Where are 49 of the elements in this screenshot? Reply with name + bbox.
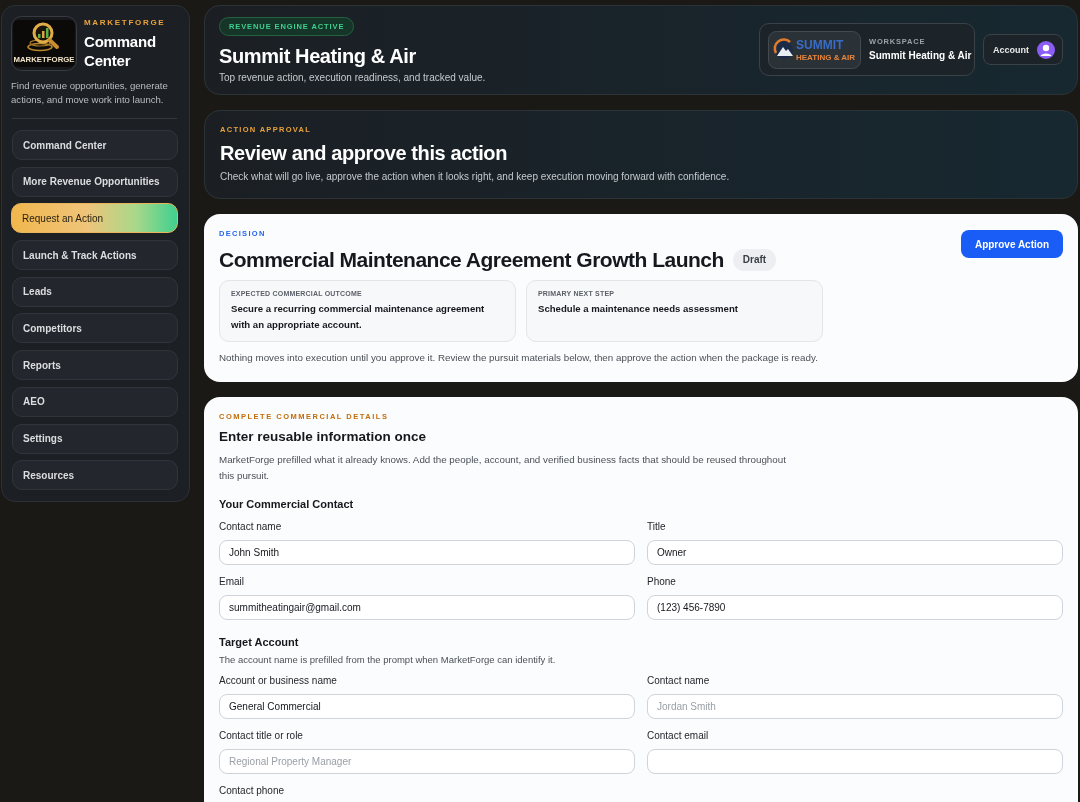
field-label: Account or business name [219,674,338,688]
avatar-icon [1037,40,1055,59]
text-field[interactable]: summitheatingair@gmail.com [219,595,635,620]
field-label: Contact phone [219,784,286,798]
field-label: Email [219,575,245,589]
section-description: Check what will go live, approve the action when it looks right, and keep execution moving forward with confidence. [220,170,731,184]
nav-item[interactable]: Resources [12,460,178,491]
nav-item[interactable]: Competitors [12,313,178,344]
nav-item[interactable]: Launch & Track Actions [12,240,178,271]
nav-item[interactable]: Command Center [12,130,178,160]
field-label: Contact title or role [219,729,304,743]
brand-name: MARKETFORGE [84,18,167,28]
field-label: Contact email [647,729,710,743]
workspace-name: Summit Heating & Air [869,49,972,62]
workspace-logo: SUMMIT HEATING & AIR [768,30,861,69]
info-text: Schedule a maintenance needs assessment [538,302,739,316]
nav-item[interactable]: Reports [12,350,178,381]
page-title: Summit Heating & Air [219,43,417,68]
sidebar-title: Command Center [84,32,157,70]
nav-item[interactable]: Request an Action [11,203,178,234]
page-subtitle: Top revenue action, execution readiness, and tracked value. [219,70,486,85]
nav-item[interactable]: AEO [12,386,178,417]
text-field[interactable]: General Commercial [219,694,635,719]
subsection-hint: The account name is prefilled from the prompt when MarketForge can identify it. [219,653,557,667]
text-field[interactable]: Owner [647,540,1063,565]
nav-item[interactable]: Settings [12,423,178,454]
subsection-title: Target Account [219,635,300,650]
text-field[interactable] [647,749,1063,774]
approval-note: Nothing moves into execution until you approve it. Review the pursuit materials below, then approve the action when the package is ready. [219,351,819,365]
approve-button[interactable]: Approve Action [960,230,1063,258]
nav-item[interactable]: More Revenue Opportunities [12,166,178,197]
action-title: Commercial Maintenance Agreement Growth Launch [219,247,724,273]
field-label: Contact name [219,520,283,534]
section-description: MarketForge prefilled what it already knows. Add the people, account, and verified business facts that should be reused throughout this pursuit. [219,453,787,483]
sidebar-description: Find revenue opportunities, generate actions, and move work into launch. [11,79,169,107]
info-text: Secure a recurring commercial maintenance agreement with an appropriate account. [231,302,486,332]
field-label: Phone [647,575,677,589]
text-field[interactable]: John Smith [219,540,635,565]
field-label: Contact name [647,674,711,688]
field-label: Title [647,520,667,534]
section-title: Enter reusable information once [219,428,428,446]
nav-item[interactable]: Leads [12,276,178,307]
text-field[interactable]: Regional Property Manager [219,749,635,774]
account-button[interactable]: Account [983,34,1063,65]
section-title: Review and approve this action [220,141,508,165]
status-badge: Draft [732,249,777,271]
text-field[interactable]: (123) 456-7890 [647,595,1063,620]
subsection-title: Your Commercial Contact [219,497,355,512]
text-field[interactable]: Jordan Smith [647,694,1063,719]
